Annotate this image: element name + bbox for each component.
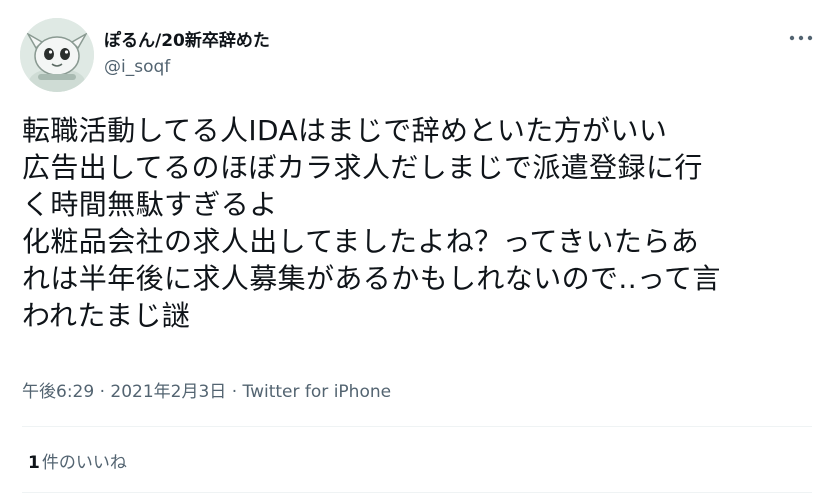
divider <box>22 492 812 493</box>
tweet-text-line: 転職活動してる人IDAはまじで辞めといた方がいい <box>22 114 668 147</box>
tweet-text-line: く時間無駄すぎるよ <box>22 188 278 221</box>
avatar[interactable] <box>20 18 94 92</box>
likes-label: 件のいいね <box>41 453 127 473</box>
tweet-date-link[interactable]: 2021年2月3日 <box>110 382 226 402</box>
author-handle[interactable]: @i_soqf <box>104 56 170 78</box>
tweet-text-line: れは半年後に求人募集があるかもしれないので..って言 <box>22 262 721 295</box>
likes-count: 1 <box>28 453 40 473</box>
tweet-time-link[interactable]: 午後6:29 <box>22 382 94 402</box>
cartoon-avatar-icon <box>20 18 94 92</box>
tweet-card: ぽるん/20新卒辞めた @i_soqf 転職活動してる人IDAはまじで辞めといた… <box>0 0 835 500</box>
meta-separator: · <box>226 382 243 402</box>
tweet-text-line: われたまじ謎 <box>22 299 191 332</box>
tweet-metadata: 午後6:29 · 2021年2月3日 · Twitter for iPhone <box>22 382 391 402</box>
more-options-icon <box>789 35 813 41</box>
tweet-text: 転職活動してる人IDAはまじで辞めといた方がいい 広告出してるのほぼカラ求人だし… <box>22 112 817 334</box>
more-options-button[interactable] <box>784 26 818 50</box>
likes-link[interactable]: 1 件のいいね <box>28 452 127 474</box>
divider <box>22 426 812 427</box>
author-display-name[interactable]: ぽるん/20新卒辞めた <box>104 30 270 52</box>
tweet-text-line: 広告出してるのほぼカラ求人だしまじで派遣登録に行 <box>22 151 703 184</box>
tweet-source-link[interactable]: Twitter for iPhone <box>243 382 392 402</box>
meta-separator: · <box>94 382 111 402</box>
tweet-text-line: 化粧品会社の求人出してましたよね？ってきいたらあ <box>22 225 700 258</box>
